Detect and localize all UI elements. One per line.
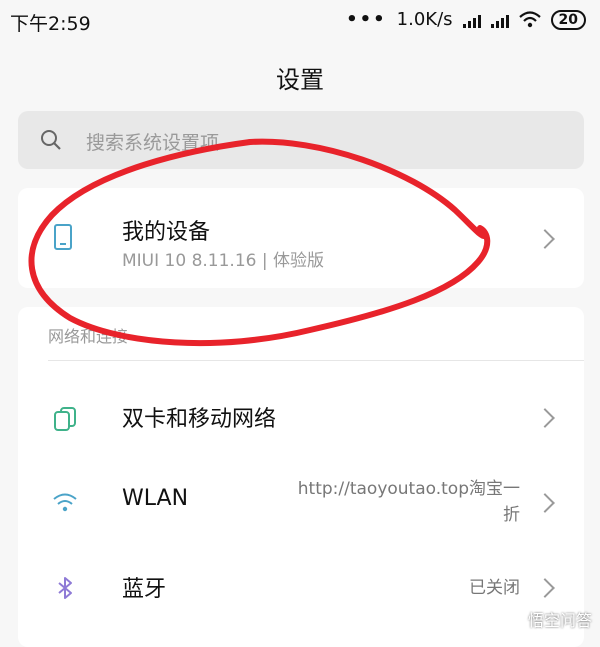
device-subtitle: MIUI 10 8.11.16 | 体验版 bbox=[122, 251, 324, 271]
notification-dots: ••• bbox=[346, 9, 387, 30]
battery-indicator: 20 bbox=[550, 9, 586, 30]
signal-icon-2 bbox=[490, 12, 509, 28]
net-speed: 1.0K/s bbox=[396, 9, 453, 30]
bluetooth-icon bbox=[58, 577, 72, 599]
status-bar: 下午2:59 ••• 1.0K/s 20 bbox=[0, 0, 600, 40]
list-item-wlan[interactable]: WLAN http://taoyoutao.top淘宝一 折 bbox=[18, 462, 584, 542]
chevron-right-icon bbox=[535, 493, 555, 513]
divider bbox=[48, 360, 584, 361]
chevron-right-icon bbox=[535, 229, 555, 249]
list-item-value: http://taoyoutao.top淘宝一 折 bbox=[298, 476, 520, 528]
wlan-ssid-line2: 折 bbox=[503, 505, 520, 525]
chevron-right-icon bbox=[535, 408, 555, 428]
page-title: 设置 bbox=[276, 66, 324, 94]
list-item-label: 双卡和移动网络 bbox=[122, 407, 277, 432]
list-item-bluetooth[interactable]: 蓝牙 已关闭 bbox=[18, 547, 584, 627]
signal-icon bbox=[462, 12, 481, 28]
search-icon bbox=[41, 130, 61, 150]
chevron-right-icon bbox=[535, 578, 555, 598]
list-item-label: WLAN bbox=[122, 486, 189, 511]
watermark: 悟空问答 bbox=[527, 611, 592, 630]
phone-icon bbox=[54, 224, 72, 250]
list-item-dual-sim[interactable]: 双卡和移动网络 bbox=[18, 377, 584, 457]
dual-sim-icon bbox=[54, 407, 76, 431]
section-label: 网络和连接 bbox=[48, 327, 129, 346]
wlan-ssid-line1: http://taoyoutao.top淘宝一 bbox=[297, 479, 520, 499]
status-time: 下午2:59 bbox=[10, 13, 91, 35]
list-item-value: 已关闭 bbox=[469, 578, 520, 598]
network-section: 网络和连接 双卡和移动网络 WLAN http://taoyoutao.top淘… bbox=[18, 307, 584, 647]
device-name: 我的设备 bbox=[122, 220, 211, 245]
status-icons: ••• 1.0K/s 20 bbox=[346, 9, 586, 30]
search-placeholder: 搜索系统设置项 bbox=[86, 132, 220, 154]
wifi-status-icon bbox=[518, 11, 541, 28]
list-item-label: 蓝牙 bbox=[122, 577, 167, 602]
search-input[interactable]: 搜索系统设置项 bbox=[18, 111, 584, 169]
my-device-item[interactable]: 我的设备 MIUI 10 8.11.16 | 体验版 bbox=[18, 188, 584, 288]
wifi-icon bbox=[53, 493, 77, 512]
